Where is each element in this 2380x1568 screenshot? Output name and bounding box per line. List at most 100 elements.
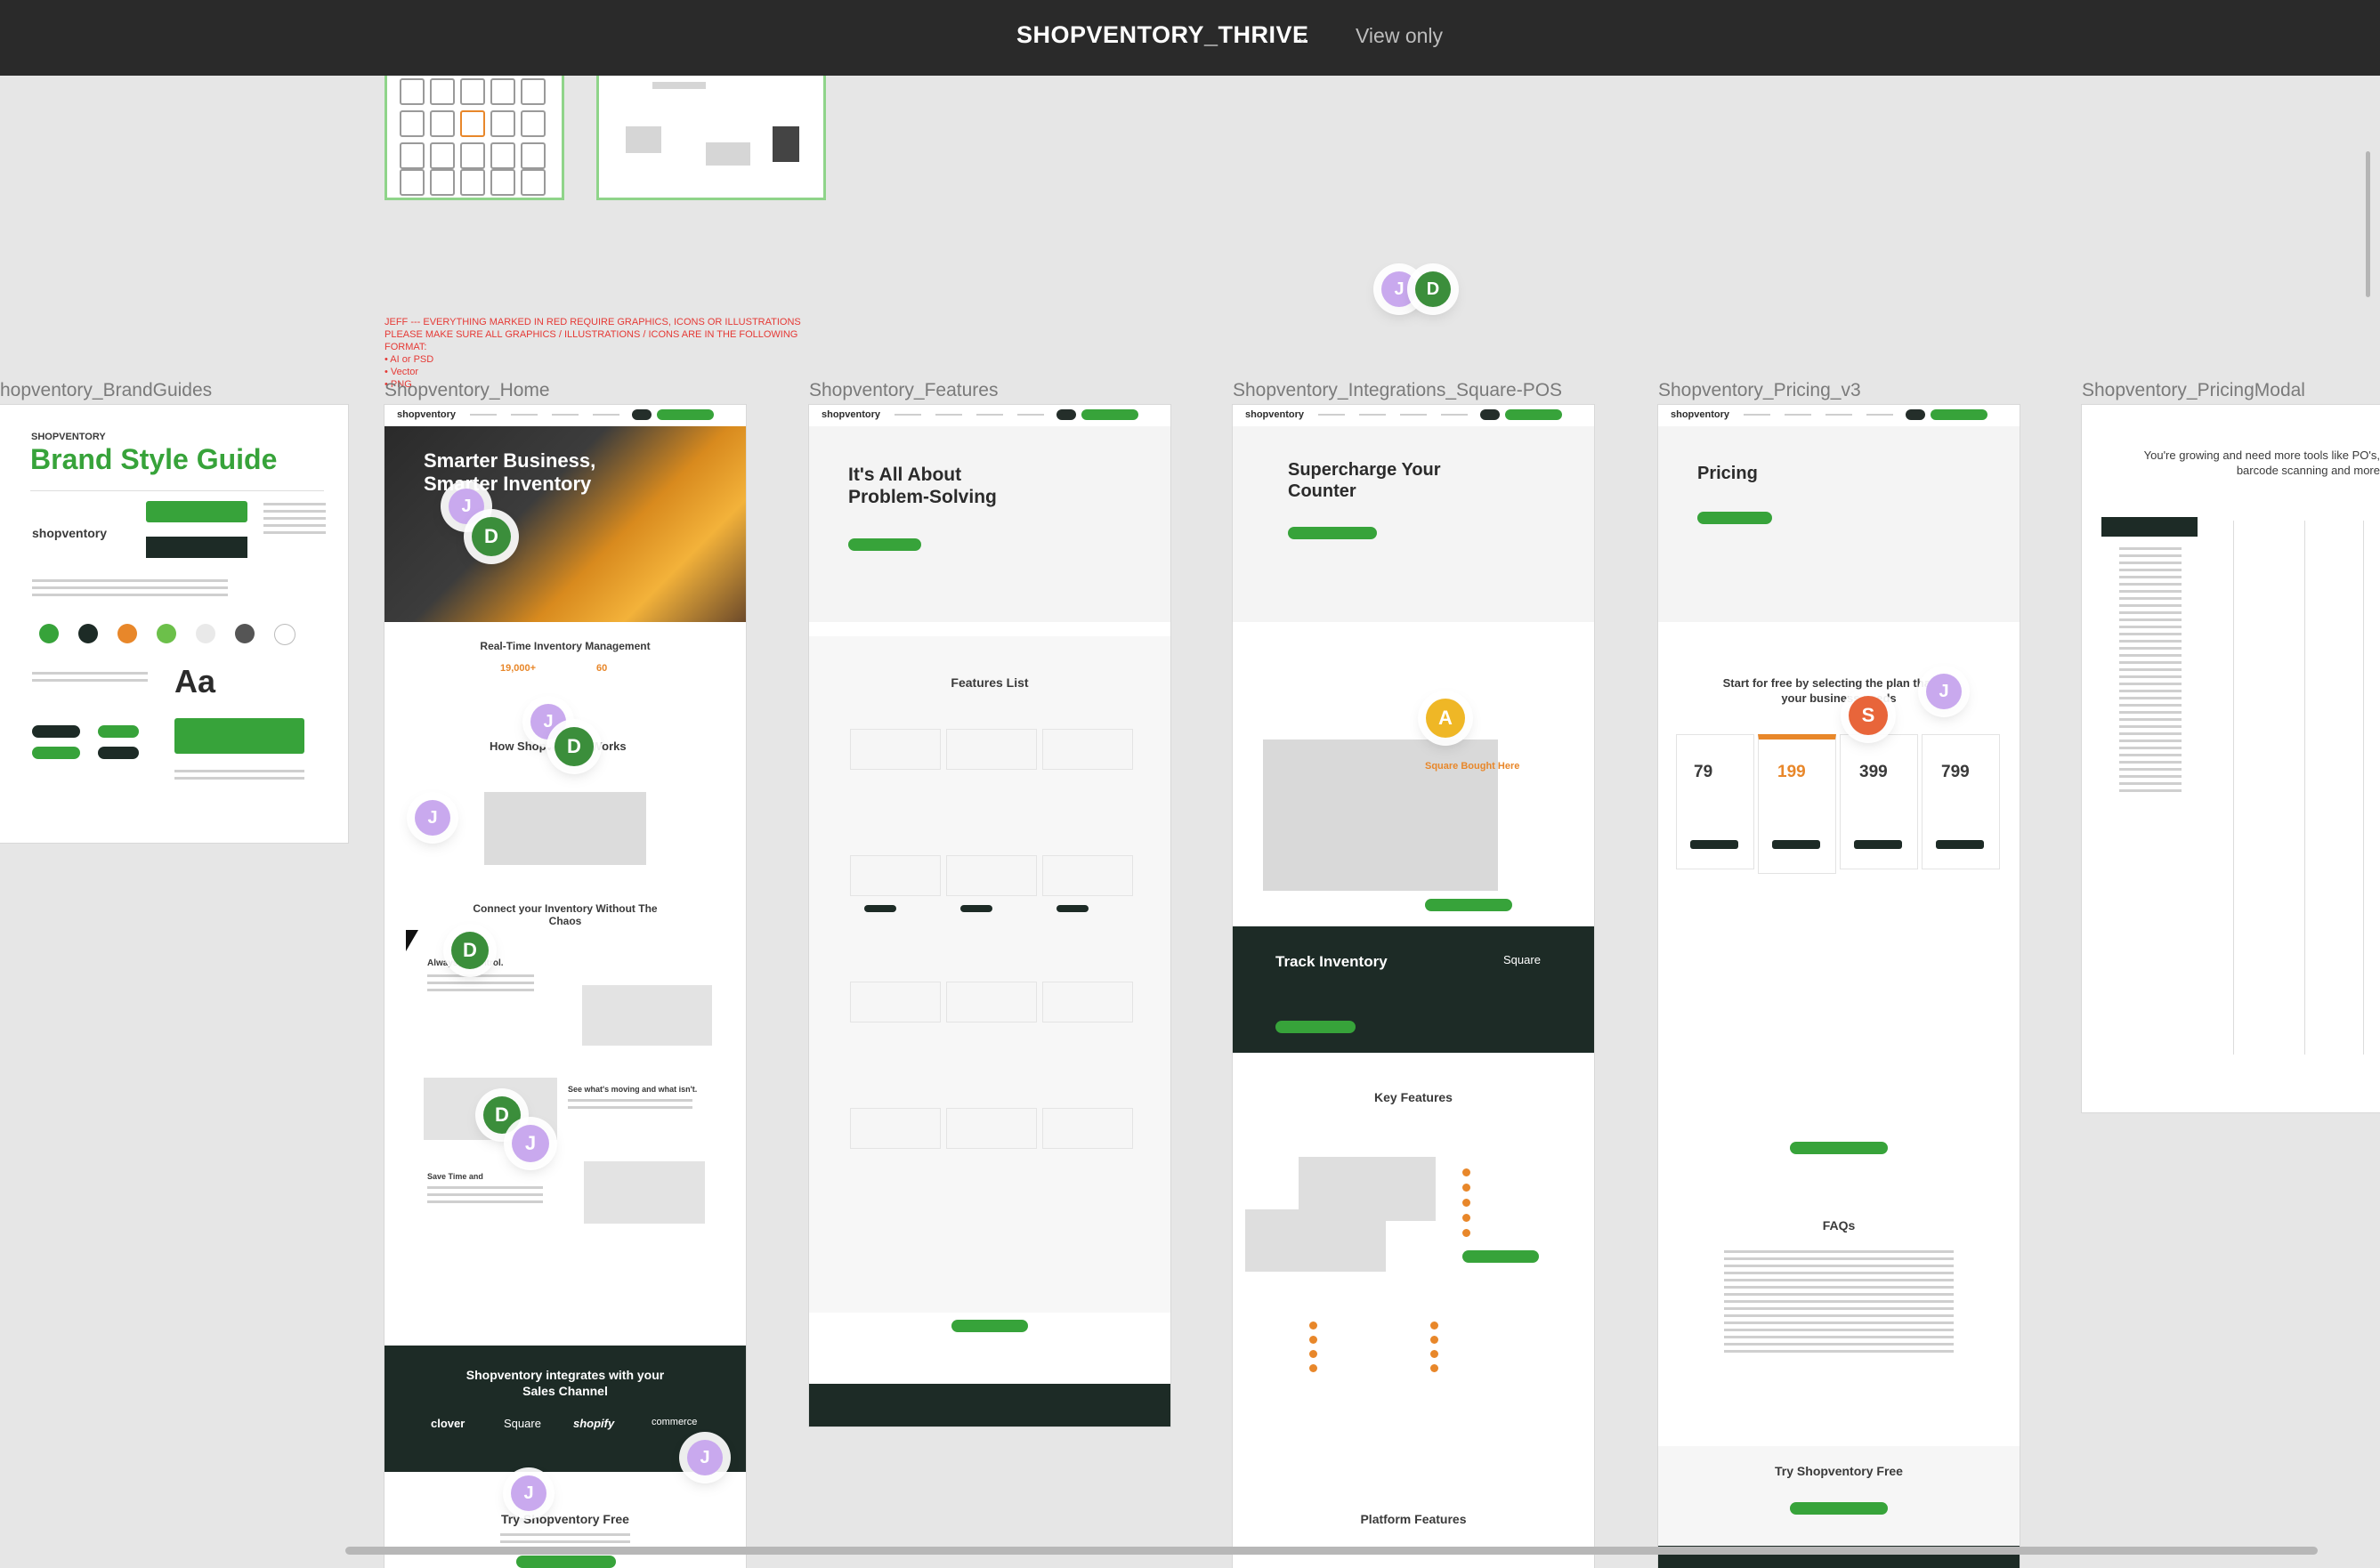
pricing-cta-button[interactable] bbox=[1790, 1502, 1888, 1515]
frame-label-integrations[interactable]: Shopventory_Integrations_Square-POS bbox=[1233, 380, 1562, 401]
frame-features[interactable]: shopventory It's All About Problem-Solvi… bbox=[809, 405, 1170, 1427]
avatar-j[interactable]: J bbox=[512, 1125, 549, 1162]
features-hero-title: It's All About Problem-Solving bbox=[848, 465, 997, 507]
brand-guide-title: Brand Style Guide bbox=[30, 443, 278, 475]
pricing-try-free: Try Shopventory Free bbox=[1775, 1464, 1903, 1478]
save-time: Save Time and bbox=[427, 1172, 483, 1181]
top-bar: SHOPVENTORY_THRIVE ⌄ View only bbox=[0, 0, 2380, 76]
pricing-logo: shopventory bbox=[1671, 409, 1730, 420]
logo-swatch-dark bbox=[146, 537, 247, 558]
color-swatch bbox=[274, 624, 295, 645]
note-line: PLEASE MAKE SURE ALL GRAPHICS / ILLUSTRA… bbox=[385, 329, 798, 352]
vertical-scrollbar[interactable] bbox=[2366, 151, 2370, 297]
avatar-j[interactable]: J bbox=[1926, 674, 1962, 709]
track-cta-button[interactable] bbox=[1275, 1021, 1356, 1033]
color-swatch bbox=[157, 624, 176, 643]
color-swatch bbox=[78, 624, 98, 643]
video-placeholder bbox=[484, 792, 646, 865]
home-logo: shopventory bbox=[397, 409, 457, 420]
stat-integrations: 60 bbox=[596, 663, 608, 674]
note-line: JEFF --- EVERYTHING MARKED IN RED REQUIR… bbox=[385, 317, 801, 327]
color-swatch bbox=[117, 624, 137, 643]
home-hero-title: Smarter Business, Smarter Inventory bbox=[424, 449, 596, 495]
square-label: Square bbox=[1503, 953, 1541, 966]
avatar-d[interactable]: D bbox=[555, 727, 594, 766]
features-cta-button[interactable] bbox=[951, 1320, 1028, 1332]
frame-label-modal[interactable]: Shopventory_PricingModal bbox=[2082, 380, 2305, 401]
typography-sample: Aa bbox=[174, 663, 216, 699]
avatar-d[interactable]: D bbox=[483, 1096, 521, 1134]
partner-square: Square bbox=[504, 1417, 541, 1430]
frame-label-pricing[interactable]: Shopventory_Pricing_v3 bbox=[1658, 380, 1861, 401]
pricing-compare-button[interactable] bbox=[1790, 1142, 1888, 1154]
frame-pricing[interactable]: shopventory Pricing Start for free by se… bbox=[1658, 405, 2020, 1568]
home-try-free: Try Shopventory Free bbox=[501, 1512, 629, 1526]
avatar-j[interactable]: J bbox=[1381, 271, 1417, 307]
color-swatch bbox=[196, 624, 215, 643]
note-bullet: • Vector bbox=[385, 367, 419, 377]
integrations-hero-title: Supercharge Your Counter bbox=[1288, 460, 1441, 501]
track-inventory-band bbox=[1233, 926, 1594, 1053]
price-enterprise: 799 bbox=[1941, 763, 1970, 781]
features-logo: shopventory bbox=[822, 409, 881, 420]
stat-users: 19,000+ bbox=[500, 663, 537, 674]
avatar-a[interactable]: A bbox=[1426, 699, 1465, 738]
note-bullet: • AI or PSD bbox=[385, 354, 434, 365]
realtime-heading: Real-Time Inventory Management bbox=[480, 640, 651, 652]
color-swatch bbox=[235, 624, 255, 643]
avatar-s[interactable]: S bbox=[1849, 696, 1888, 735]
partner-clover: clover bbox=[431, 1417, 465, 1430]
partner-shopify: shopify bbox=[573, 1417, 615, 1430]
modal-headline: You're growing and need more tools like … bbox=[2143, 449, 2380, 477]
avatar-d[interactable]: D bbox=[451, 932, 489, 969]
frame-label-features[interactable]: Shopventory_Features bbox=[809, 380, 998, 401]
icon-sheet-thumbnail[interactable] bbox=[385, 76, 564, 200]
avatar-d[interactable]: D bbox=[472, 517, 511, 556]
integrations-logo: shopventory bbox=[1245, 409, 1305, 420]
avatar-d[interactable]: D bbox=[1415, 271, 1451, 307]
track-inventory-title: Track Inventory bbox=[1275, 953, 1388, 970]
features-footer bbox=[809, 1384, 1170, 1427]
integrations-hero-button[interactable] bbox=[1288, 527, 1377, 539]
frame-pricing-modal[interactable]: You're growing and need more tools like … bbox=[2082, 405, 2380, 1112]
mouse-cursor-icon bbox=[406, 930, 418, 951]
pricing-title: Pricing bbox=[1697, 464, 1758, 483]
avatar-j[interactable]: J bbox=[415, 800, 450, 836]
features-hero-button[interactable] bbox=[848, 538, 921, 551]
file-title[interactable]: SHOPVENTORY_THRIVE bbox=[1016, 21, 1309, 49]
frame-label-home[interactable]: Shopventory_Home bbox=[385, 380, 550, 401]
integrates-heading: Shopventory integrates with your Sales C… bbox=[465, 1368, 665, 1398]
frame-home[interactable]: shopventory Smarter Business, Smarter In… bbox=[385, 405, 746, 1568]
home-cta-button[interactable] bbox=[516, 1556, 616, 1568]
platform-features-title: Platform Features bbox=[1360, 1512, 1467, 1526]
modal-plan-column bbox=[2101, 517, 2198, 537]
frame-integrations[interactable]: shopventory Supercharge Your Counter Squ… bbox=[1233, 405, 1594, 1568]
color-swatch bbox=[39, 624, 59, 643]
chevron-down-icon[interactable]: ⌄ bbox=[1295, 26, 1310, 48]
pricing-start-heading: Start for free by selecting the plan tha… bbox=[1722, 676, 1955, 705]
design-canvas[interactable]: JEFF --- EVERYTHING MARKED IN RED REQUIR… bbox=[0, 76, 2380, 1568]
brand-logo-text: shopventory bbox=[32, 526, 108, 540]
price-pro: 399 bbox=[1859, 763, 1888, 781]
features-list-title: Features List bbox=[951, 675, 1029, 690]
brand-small-title: SHOPVENTORY bbox=[31, 432, 106, 442]
avatar-j[interactable]: J bbox=[449, 489, 484, 524]
see-moving: See what's moving and what isn't. bbox=[568, 1085, 698, 1094]
avatar-j[interactable]: J bbox=[511, 1475, 546, 1511]
partner-commerce: commerce bbox=[652, 1417, 698, 1427]
illustration-sheet-thumbnail[interactable] bbox=[596, 76, 826, 200]
key-features-button[interactable] bbox=[1462, 1250, 1539, 1263]
price-professional: 199 bbox=[1777, 763, 1806, 781]
key-features-title: Key Features bbox=[1374, 1090, 1453, 1104]
pricing-hero-button[interactable] bbox=[1697, 512, 1772, 524]
square-bought: Square Bought Here bbox=[1425, 761, 1520, 772]
faqs-title: FAQs bbox=[1822, 1218, 1856, 1233]
integrations-mid-button[interactable] bbox=[1425, 899, 1512, 911]
view-mode-label: View only bbox=[1356, 24, 1444, 47]
logo-swatch-green bbox=[146, 501, 247, 522]
avatar-j[interactable]: J bbox=[687, 1440, 723, 1475]
frame-label-brand[interactable]: hopventory_BrandGuides bbox=[0, 380, 212, 401]
frame-brand-guides[interactable]: SHOPVENTORY Brand Style Guide shopventor… bbox=[0, 405, 348, 843]
horizontal-scrollbar[interactable] bbox=[345, 1547, 2318, 1555]
connect-heading: Connect your Inventory Without The Chaos bbox=[473, 902, 658, 927]
